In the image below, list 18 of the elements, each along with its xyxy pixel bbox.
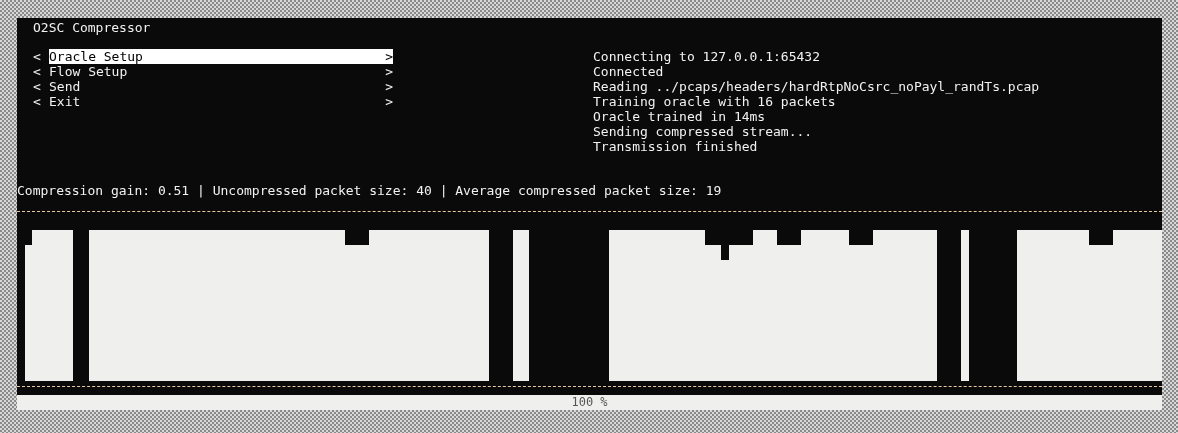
arrow-marker: < <box>33 94 42 109</box>
log-line: Reading ../pcaps/headers/hardRtpNoCsrc_noPayl_randTs.pcap <box>593 79 1040 94</box>
menu-item[interactable]: Flow Setup > <box>49 64 393 79</box>
progress-label: 100 % <box>571 395 608 410</box>
log-line: Training oracle with 16 packets <box>593 94 837 109</box>
stats-line: Compression gain: 0.51 | Uncompressed packet size: 40 | Average compressed packet size: 19 <box>17 183 722 198</box>
menu-item[interactable]: Oracle Setup > <box>49 49 393 64</box>
window-title: O2SC Compressor <box>32 19 151 35</box>
arrow-marker: < <box>33 79 42 94</box>
menu-item[interactable]: Send > <box>49 79 393 94</box>
log-line: Connected <box>593 64 665 79</box>
log-line: Sending compressed stream... <box>593 124 814 139</box>
menu-item[interactable]: Exit > <box>49 94 393 109</box>
log-line: Connecting to 127.0.0.1:65432 <box>593 49 821 64</box>
arrow-marker: < <box>33 49 42 64</box>
arrow-marker: < <box>33 64 42 79</box>
log-line: Transmission finished <box>593 139 759 154</box>
log-line: Oracle trained in 14ms <box>593 109 767 124</box>
